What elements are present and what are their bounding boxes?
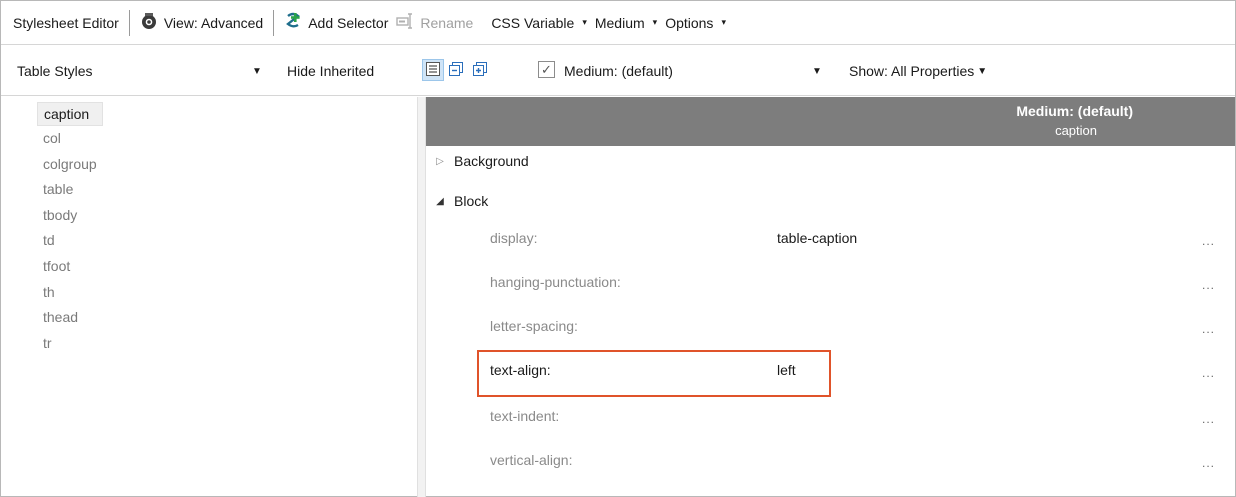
collapse-all-button[interactable] (445, 59, 467, 81)
medium-dropdown[interactable]: Medium: (default) ▼ (564, 57, 834, 85)
eye-camera-icon (140, 12, 158, 33)
group-block[interactable]: ◢ Block (426, 186, 488, 216)
chevron-down-icon: ▾ (721, 17, 726, 27)
selector-item[interactable]: caption (37, 102, 103, 126)
medium-menu[interactable]: Medium ▾ (591, 8, 661, 38)
selector-list-pane: caption col colgroup table tbody td tfoot th the… (1, 97, 417, 496)
more-options-button[interactable]: ... (1202, 278, 1215, 292)
property-name: text-indent: (490, 408, 560, 424)
selector-item[interactable]: tfoot (37, 254, 103, 280)
property-name: hanging-punctuation: (490, 274, 621, 290)
hide-inherited-button[interactable]: Hide Inherited (287, 57, 374, 85)
selector-item[interactable]: col (37, 126, 103, 152)
properties-pane: Medium: (default) caption ▷ Background ◢… (426, 97, 1235, 496)
chevron-down-icon: ▼ (812, 65, 822, 77)
group-label: Block (454, 193, 489, 209)
css-variable-menu[interactable]: CSS Variable ▾ (487, 8, 591, 38)
selector-item[interactable]: td (37, 228, 103, 254)
selector-item[interactable]: th (37, 280, 103, 306)
selector-item[interactable]: table (37, 177, 103, 203)
view-mode-label: View: Advanced (163, 14, 264, 31)
checkmark-icon: ✓ (541, 62, 552, 77)
chevron-down-icon: ▼ (977, 65, 988, 77)
pane-splitter[interactable] (417, 97, 426, 497)
add-selector-label: Add Selector (308, 14, 389, 31)
chevron-down-icon: ▼ (252, 65, 262, 77)
more-options-button[interactable]: ... (1202, 322, 1215, 336)
more-options-button[interactable]: ... (1202, 366, 1215, 380)
selector-item[interactable]: tbody (37, 203, 103, 229)
list-view-icon (425, 61, 441, 80)
selector-group-value: Table Styles (17, 63, 93, 79)
show-default-button[interactable] (422, 59, 444, 81)
medium-checkbox[interactable]: ✓ (538, 61, 555, 78)
collapse-all-icon (448, 61, 464, 80)
collapse-triangle-icon: ◢ (436, 195, 444, 207)
main-toolbar: Stylesheet Editor View: Advanced Add Sel… (1, 1, 1235, 45)
more-options-button[interactable]: ... (1202, 456, 1215, 470)
group-background[interactable]: ▷ Background (426, 146, 529, 176)
property-value[interactable]: table-caption (777, 230, 857, 246)
property-name: letter-spacing: (490, 318, 578, 334)
header-medium: Medium: (default) (1016, 103, 1133, 119)
header-selector: caption (1055, 123, 1097, 138)
medium-menu-label: Medium (594, 14, 645, 31)
options-menu[interactable]: Options ▾ (661, 8, 730, 38)
selector-group-dropdown[interactable]: Table Styles ▼ (17, 57, 277, 85)
editor-title: Stylesheet Editor (13, 14, 119, 31)
more-options-button[interactable]: ... (1202, 234, 1215, 248)
rename-icon (396, 12, 414, 33)
hide-inherited-label: Hide Inherited (287, 63, 375, 79)
show-properties-label: Show: All Properties (849, 63, 975, 79)
expand-all-icon (472, 61, 488, 80)
highlight-box (477, 350, 831, 397)
expand-triangle-icon: ▷ (436, 155, 444, 167)
selector-item[interactable]: colgroup (37, 152, 103, 178)
toolbar-separator (273, 9, 275, 36)
group-label: Background (454, 153, 529, 169)
secondary-toolbar: Table Styles ▼ Hide Inherited ✓ Medium: … (1, 46, 1235, 96)
view-mode-button[interactable]: View: Advanced (136, 8, 267, 38)
chevron-down-icon: ▾ (652, 17, 658, 27)
css-variable-label: CSS Variable (491, 14, 575, 31)
medium-dropdown-value: Medium: (default) (564, 63, 673, 79)
chevron-down-icon: ▾ (582, 17, 587, 27)
add-selector-button[interactable]: Add Selector (280, 8, 392, 38)
selector-item[interactable]: thead (37, 305, 103, 331)
add-selector-icon (284, 12, 302, 33)
property-name: display: (490, 230, 538, 246)
show-properties-dropdown[interactable]: Show: All Properties ▼ (849, 57, 987, 85)
toolbar-separator (128, 9, 130, 36)
properties-header: Medium: (default) caption (426, 97, 1235, 146)
rename-label: Rename (420, 14, 474, 31)
selector-list: caption col colgroup table tbody td tfoot th the… (37, 102, 103, 356)
property-name: vertical-align: (490, 452, 573, 468)
more-options-button[interactable]: ... (1202, 412, 1215, 426)
selector-item[interactable]: tr (37, 331, 103, 357)
expand-all-button[interactable] (469, 59, 491, 81)
options-menu-label: Options (665, 14, 714, 31)
rename-button[interactable]: Rename (392, 8, 477, 38)
